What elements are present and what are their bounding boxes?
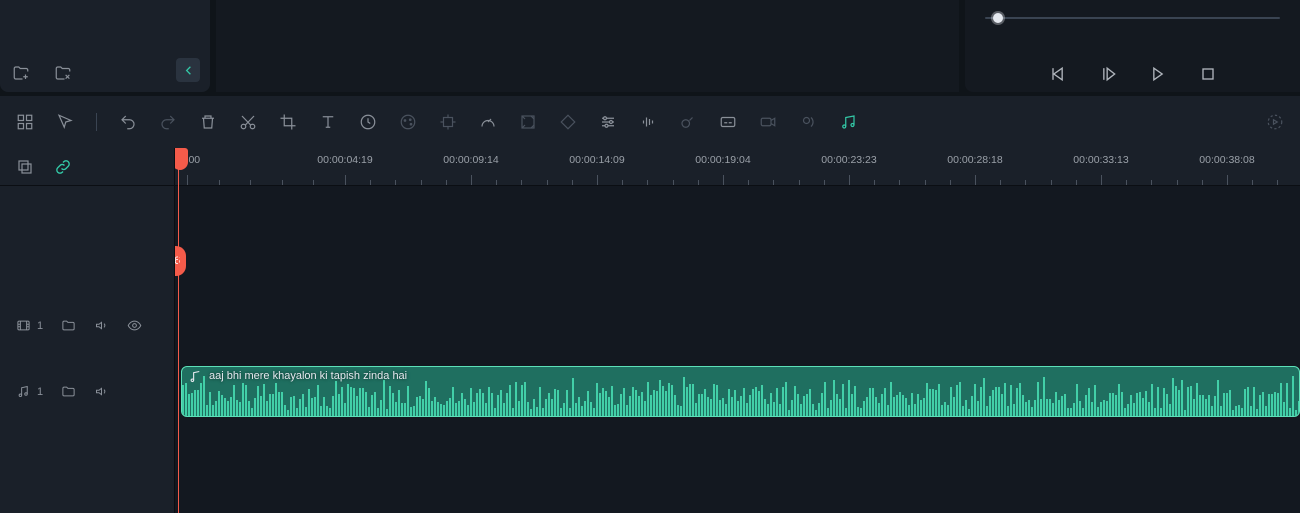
timeline-body[interactable]: 00:0000:00:04:1900:00:09:1400:00:14:0900… <box>175 148 1300 513</box>
audio-track-icon <box>16 384 31 399</box>
subtitle-icon[interactable] <box>719 113 737 131</box>
add-track-icon[interactable] <box>16 158 34 176</box>
center-panel <box>216 0 959 92</box>
crop-icon[interactable] <box>279 113 297 131</box>
remove-folder-icon[interactable] <box>54 64 72 82</box>
timeline-ruler[interactable]: 00:0000:00:04:1900:00:09:1400:00:14:0900… <box>175 148 1300 186</box>
media-bin-panel <box>0 0 210 92</box>
speedometer-icon[interactable] <box>479 113 497 131</box>
music-note-icon <box>188 369 203 384</box>
toolbar-separator <box>96 113 97 131</box>
ruler-label: 00:00:23:23 <box>821 154 876 166</box>
text-tool-icon[interactable] <box>319 113 337 131</box>
audio-track-index: 1 <box>37 386 43 398</box>
timeline-toolbar <box>0 96 1300 148</box>
ruler-label: 00:00:09:14 <box>443 154 498 166</box>
link-tracks-icon[interactable] <box>54 158 72 176</box>
delete-icon[interactable] <box>199 113 217 131</box>
preview-scrubber[interactable] <box>985 12 1280 24</box>
ruler-label: 00:00:28:18 <box>947 154 1002 166</box>
preview-scrub-thumb[interactable] <box>993 13 1003 23</box>
prev-frame-button[interactable] <box>1048 64 1068 84</box>
grid-view-icon[interactable] <box>16 113 34 131</box>
stop-button[interactable] <box>1198 64 1218 84</box>
audio-effects-icon[interactable] <box>679 113 697 131</box>
redo-icon[interactable] <box>159 113 177 131</box>
adjustments-icon[interactable] <box>599 113 617 131</box>
next-frame-button[interactable] <box>1148 64 1168 84</box>
playhead-line <box>178 148 179 513</box>
video-track-index: 1 <box>37 320 43 332</box>
chevron-left-icon <box>181 63 196 78</box>
playhead-marker[interactable] <box>175 148 188 170</box>
speed-icon[interactable] <box>359 113 377 131</box>
color-icon[interactable] <box>399 113 417 131</box>
ruler-label: 00:00:14:09 <box>569 154 624 166</box>
folder-icon[interactable] <box>61 384 76 399</box>
voiceover-icon[interactable] <box>799 113 817 131</box>
record-icon[interactable] <box>759 113 777 131</box>
fit-icon[interactable] <box>519 113 537 131</box>
ruler-label: 00:00:38:08 <box>1199 154 1254 166</box>
playhead-knob[interactable]: 6 <box>175 246 186 276</box>
folder-icon[interactable] <box>61 318 76 333</box>
transform-icon[interactable] <box>439 113 457 131</box>
tracks-area: aaj bhi mere khayalon ki tapish zinda ha… <box>175 186 1300 513</box>
cut-icon[interactable] <box>239 113 257 131</box>
audio-clip[interactable]: aaj bhi mere khayalon ki tapish zinda ha… <box>181 366 1300 417</box>
music-icon[interactable] <box>839 113 857 131</box>
audio-track-header: 1 <box>0 364 174 419</box>
render-icon[interactable] <box>1266 113 1284 131</box>
ruler-label: 00:00:33:13 <box>1073 154 1128 166</box>
audio-track-row[interactable]: aaj bhi mere khayalon ki tapish zinda ha… <box>175 364 1300 419</box>
undo-icon[interactable] <box>119 113 137 131</box>
preview-panel <box>965 0 1300 92</box>
selection-tool-icon[interactable] <box>56 113 74 131</box>
visibility-icon[interactable] <box>127 318 142 333</box>
track-headers-column: 1 1 <box>0 148 175 513</box>
video-track-icon <box>16 318 31 333</box>
audio-levels-icon[interactable] <box>639 113 657 131</box>
keyframe-icon[interactable] <box>559 113 577 131</box>
ruler-label: 00:00:04:19 <box>317 154 372 166</box>
play-pause-button[interactable] <box>1098 64 1118 84</box>
top-panels <box>0 0 1300 92</box>
ruler-label: 00:00:19:04 <box>695 154 750 166</box>
timeline: 1 1 00:0000:00:04:1900:00:09:1400:00:14:… <box>0 148 1300 513</box>
video-track-row[interactable] <box>175 298 1300 353</box>
video-track-header: 1 <box>0 298 174 353</box>
mute-icon[interactable] <box>94 318 109 333</box>
mute-icon[interactable] <box>94 384 109 399</box>
add-folder-icon[interactable] <box>12 64 30 82</box>
audio-clip-title: aaj bhi mere khayalon ki tapish zinda ha… <box>209 370 407 382</box>
collapse-panel-button[interactable] <box>176 58 200 82</box>
